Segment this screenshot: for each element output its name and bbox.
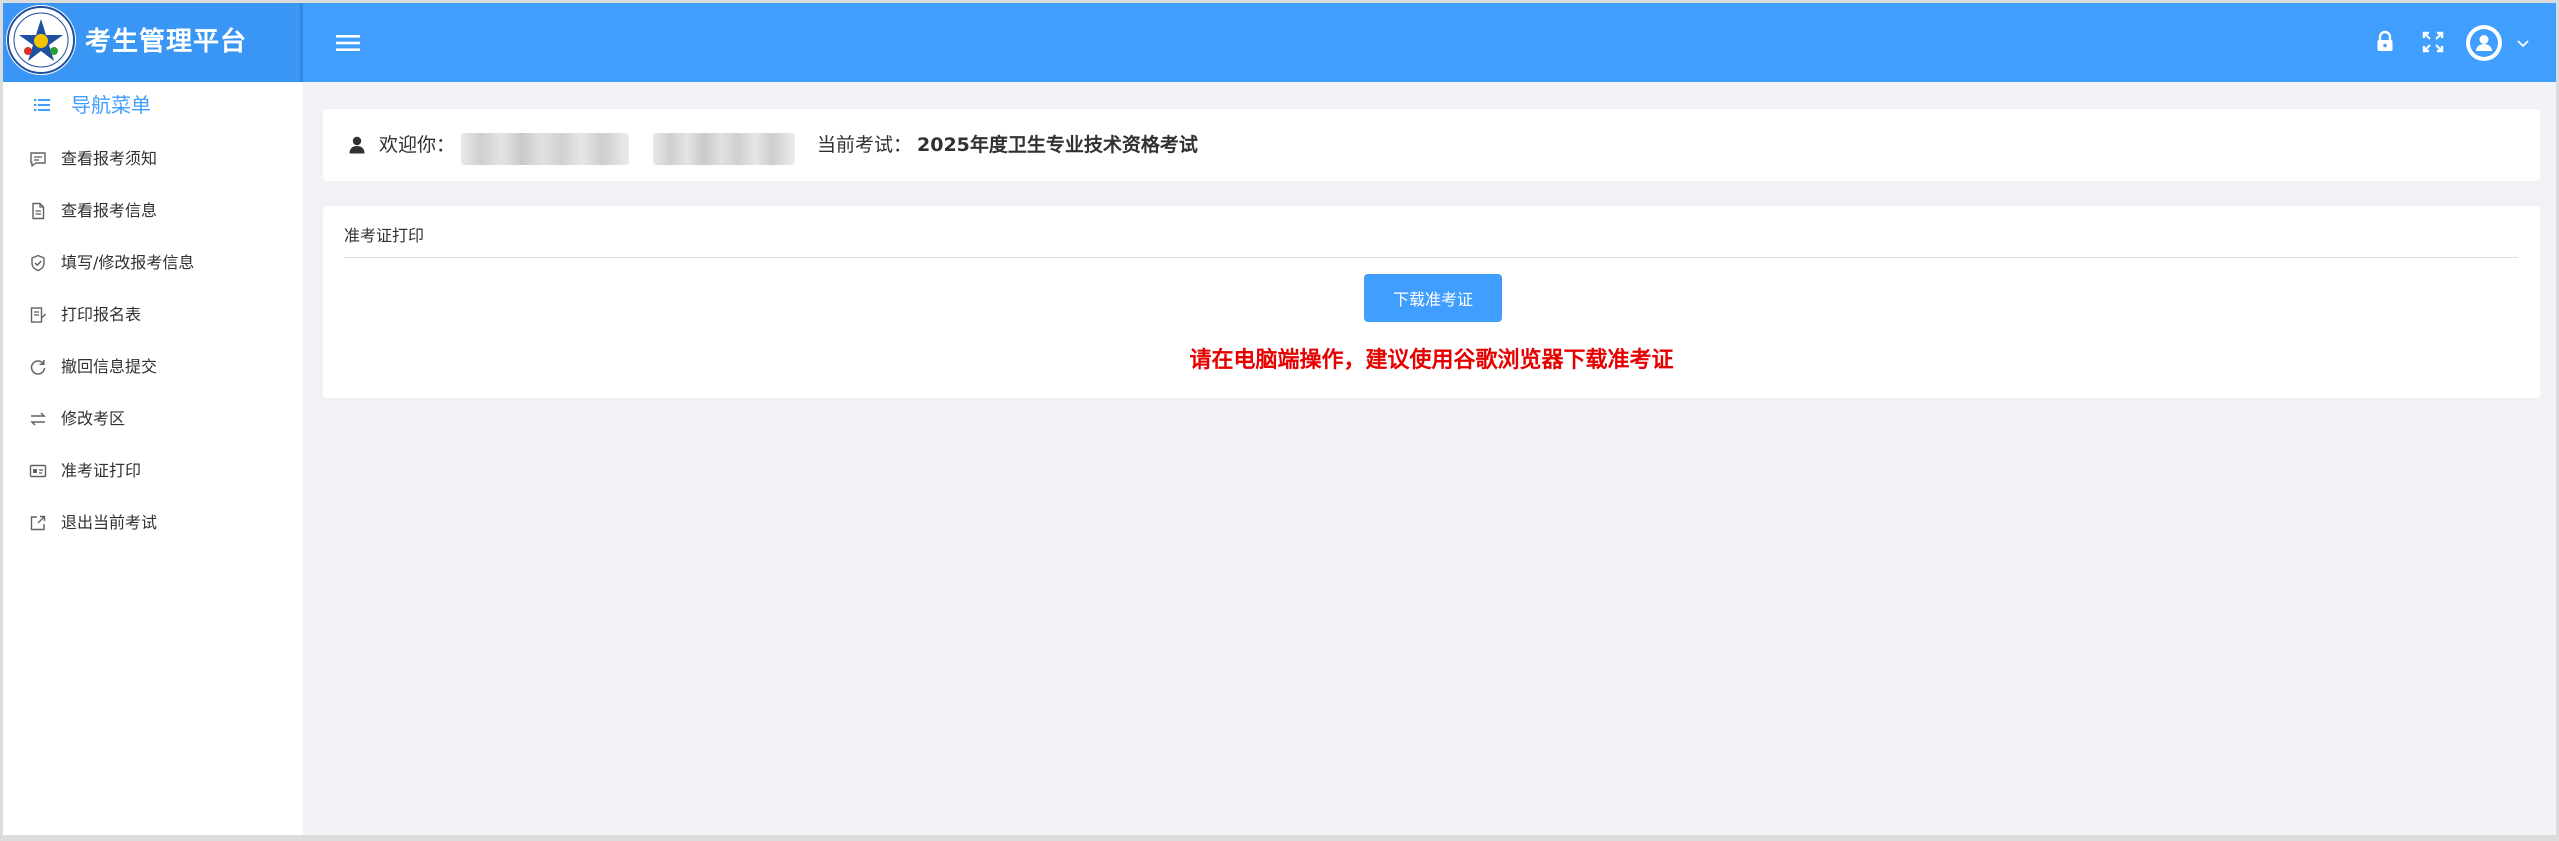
sidebar-item-view-registration[interactable]: 查看报考信息 [3,185,303,237]
switch-icon [28,409,48,429]
sidebar-item-label: 准考证打印 [61,461,142,480]
sidebar-item-exit-exam[interactable]: 退出当前考试 [3,497,303,549]
message-icon [28,149,48,169]
document-icon [28,201,48,221]
sidebar-item-label: 撤回信息提交 [61,357,158,376]
print-form-icon [28,305,48,325]
sidebar-item-label: 查看报考信息 [61,201,158,220]
card-title: 准考证打印 [344,226,425,245]
brand-area: 考生管理平台 [3,3,303,82]
exit-icon [28,513,48,533]
admission-ticket-card: 准考证打印 下载准考证 请在电脑端操作，建议使用谷歌浏览器下载准考证 [323,206,2540,398]
sidebar-item-exam-notice[interactable]: 查看报考须知 [3,133,303,185]
lock-icon [2377,30,2393,51]
nav-menu-header: 导航菜单 [3,82,303,128]
sidebar-item-change-exam-area[interactable]: 修改考区 [3,393,303,445]
current-exam-label: 当前考试： [817,134,913,156]
ticket-icon [28,461,48,481]
brand-title: 考生管理平台 [85,27,248,57]
sidebar-item-print-form[interactable]: 打印报名表 [3,289,303,341]
refresh-icon [28,357,48,377]
avatar-button[interactable] [2464,23,2504,63]
fullscreen-icon [2422,31,2444,53]
menu-icon [336,35,360,51]
sidebar-item-label: 打印报名表 [61,305,142,324]
browser-warning-text: 请在电脑端操作，建议使用谷歌浏览器下载准考证 [1189,348,1674,373]
welcome-card: 欢迎你： 当前考试： 2025年度卫生专业技术资格考试 [323,109,2540,181]
app-window: 考生管理平台 导航菜单 查看报考须知 查看报考信息 填写/修改报考信息 打印报名… [3,3,2556,835]
logo [6,5,76,75]
sidebar: 导航菜单 查看报考须知 查看报考信息 填写/修改报考信息 打印报名表 撤回信息提… [3,82,303,835]
lock-button[interactable] [2370,27,2400,57]
redacted-user-name [461,133,629,165]
top-header: 考生管理平台 [3,3,2556,82]
user-dropdown-button[interactable] [2513,33,2533,53]
download-admission-ticket-button[interactable]: 下载准考证 [1364,274,1502,322]
welcome-label: 欢迎你： [379,134,456,156]
sidebar-item-label: 退出当前考试 [61,513,158,532]
user-icon [347,135,367,155]
fullscreen-button[interactable] [2418,27,2448,57]
sidebar-item-label: 查看报考须知 [61,149,158,168]
nav-menu-title: 导航菜单 [71,93,151,117]
chevron-down-icon [2517,40,2529,48]
divider [344,257,2518,258]
sidebar-item-label: 填写/修改报考信息 [61,253,195,272]
sidebar-item-withdraw-submission[interactable]: 撤回信息提交 [3,341,303,393]
sidebar-item-admission-ticket-print[interactable]: 准考证打印 [3,445,303,497]
shield-check-icon [28,253,48,273]
redacted-user-id [653,133,795,165]
menu-toggle-button[interactable] [333,28,363,58]
sidebar-item-edit-registration[interactable]: 填写/修改报考信息 [3,237,303,289]
sidebar-item-label: 修改考区 [61,409,126,428]
list-icon [33,96,51,114]
current-exam-name: 2025年度卫生专业技术资格考试 [917,134,1198,156]
avatar-icon [2466,25,2502,61]
